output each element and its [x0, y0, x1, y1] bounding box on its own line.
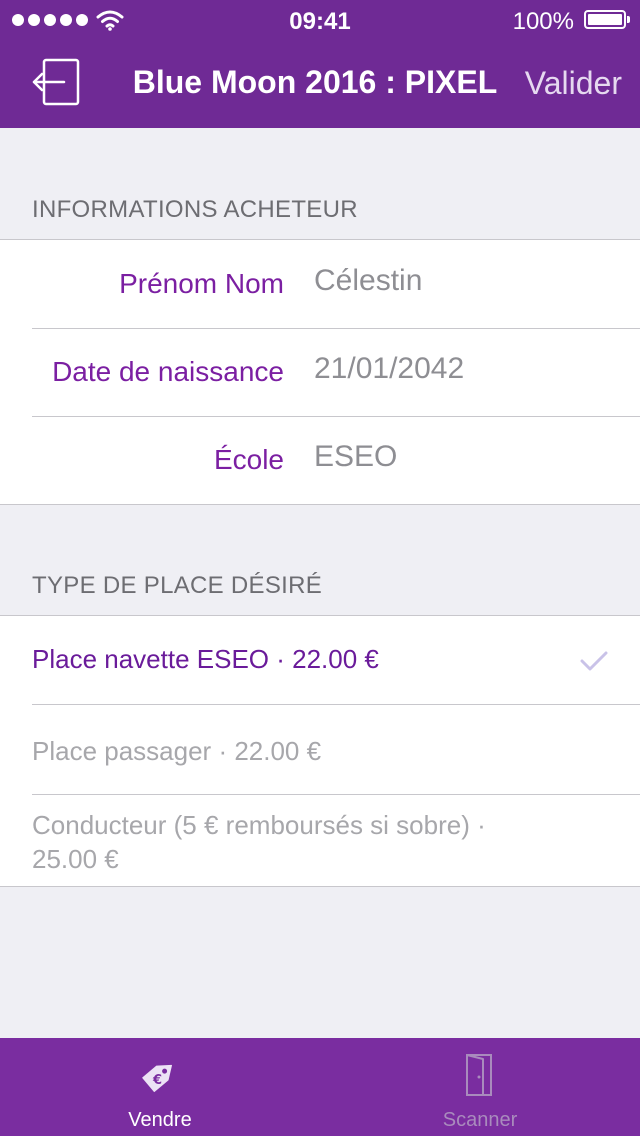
name-row[interactable]: Prénom Nom Célestin — [0, 240, 640, 328]
status-bar: 09:41 100% — [0, 0, 640, 40]
battery-icon — [584, 10, 630, 29]
battery-percentage: 100% — [512, 8, 574, 35]
ticket-option-label: Place passager · 22.00 € — [32, 736, 322, 766]
buyer-section-header: INFORMATIONS ACHETEUR — [32, 196, 358, 223]
page-title: Blue Moon 2016 : PIXEL — [132, 64, 498, 100]
school-row[interactable]: École ESEO — [0, 416, 640, 504]
tab-scanner[interactable]: Scanner — [320, 1038, 640, 1136]
birthdate-field[interactable]: 21/01/2042 — [314, 352, 464, 386]
tab-sell[interactable]: € Vendre — [0, 1038, 320, 1136]
school-label: École — [213, 444, 284, 475]
ticket-option-driver[interactable]: Conducteur (5 € remboursés si sobre) · 2… — [0, 794, 640, 886]
ticket-option-label: Place navette ESEO · 22.00 € — [32, 644, 379, 674]
ticket-section-header: TYPE DE PLACE DÉSIRÉ — [32, 572, 323, 599]
exit-icon[interactable] — [30, 58, 82, 108]
birthdate-label: Date de naissance — [52, 356, 284, 387]
name-field[interactable]: Célestin — [314, 264, 422, 298]
birthdate-row[interactable]: Date de naissance 21/01/2042 — [0, 328, 640, 416]
buyer-info-group: Prénom Nom Célestin Date de naissance 21… — [0, 239, 640, 505]
checkmark-icon — [580, 651, 608, 671]
price-tag-icon: € — [142, 1064, 172, 1093]
school-field[interactable]: ESEO — [314, 440, 397, 474]
name-label: Prénom Nom — [119, 268, 284, 299]
validate-button[interactable]: Valider — [525, 65, 622, 102]
ticket-option-label: Conducteur (5 € remboursés si sobre) · 2… — [32, 810, 486, 874]
ticket-option-passenger[interactable]: Place passager · 22.00 € — [0, 704, 640, 794]
navigation-bar: 09:41 100% Blue Moon 2016 : PIXEL Valide… — [0, 0, 640, 128]
svg-text:€: € — [152, 1073, 162, 1088]
ticket-type-group: Place navette ESEO · 22.00 € Place passa… — [0, 615, 640, 887]
tab-bar: € Vendre Scanner — [0, 1038, 640, 1136]
tab-sell-label: Vendre — [128, 1109, 192, 1131]
tab-scanner-label: Scanner — [442, 1109, 518, 1131]
ticket-option-shuttle[interactable]: Place navette ESEO · 22.00 € — [0, 616, 640, 704]
door-icon — [466, 1054, 492, 1096]
